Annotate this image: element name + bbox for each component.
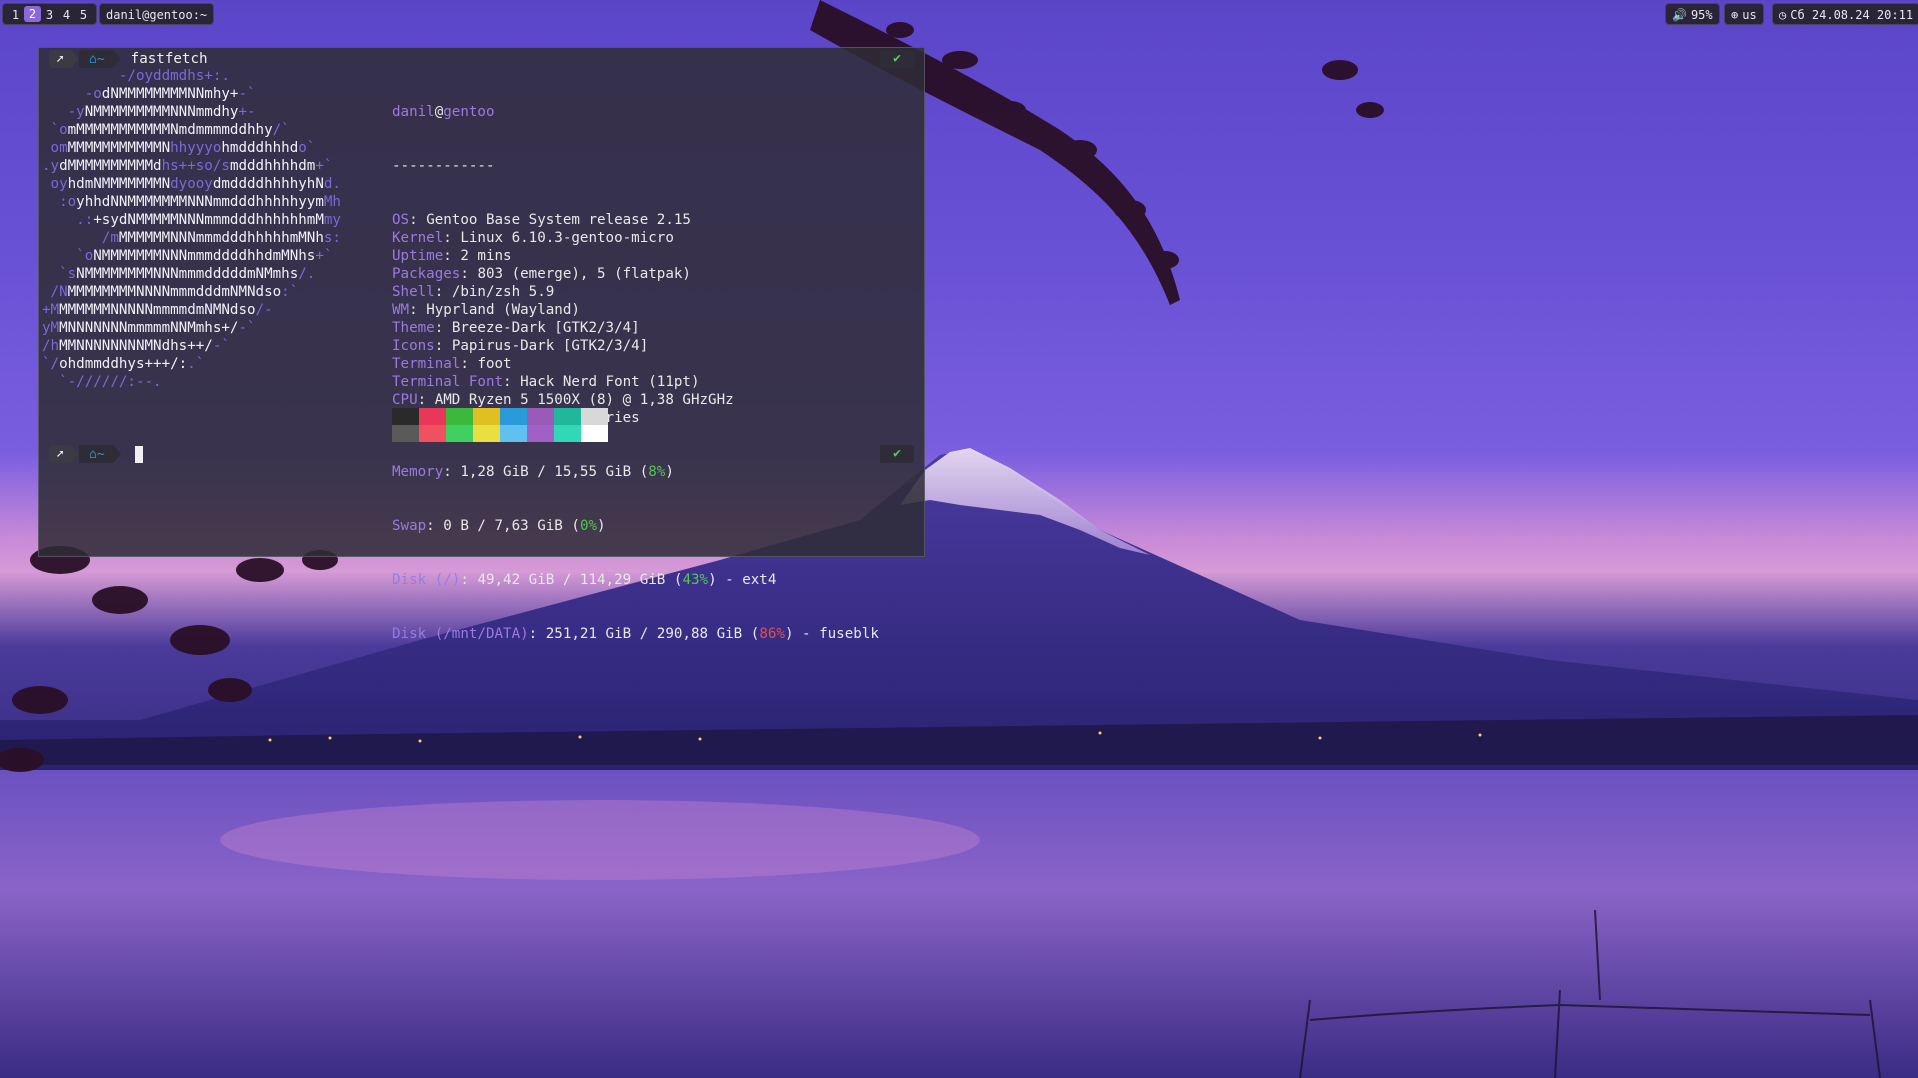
- palette-swatch-bottom-6: [554, 425, 581, 442]
- info-theme: Theme: Breeze-Dark [GTK2/3/4]: [392, 320, 640, 336]
- check-icon: ✔: [880, 445, 914, 463]
- palette-swatch-top-3: [473, 408, 500, 425]
- palette-swatch-top-4: [500, 408, 527, 425]
- info-swap: Swap: 0 B / 7,63 GiB (0%): [392, 518, 606, 534]
- palette-swatch-bottom-7: [581, 425, 608, 442]
- palette-swatch-top-1: [419, 408, 446, 425]
- palette-swatch-bottom-4: [500, 425, 527, 442]
- color-palette: [392, 408, 608, 442]
- home-path: ~: [96, 51, 105, 67]
- volume-indicator[interactable]: 🔊 95%: [1665, 3, 1720, 25]
- active-window-title: danil@gentoo:~: [99, 3, 215, 25]
- palette-swatch-bottom-2: [446, 425, 473, 442]
- clock[interactable]: ◷ Сб 24.08.24 20:11: [1772, 3, 1918, 25]
- workspace-switcher: 1 2 3 4 5: [2, 3, 97, 25]
- prompt-separator: [71, 50, 79, 68]
- info-memory: Memory: 1,28 GiB / 15,55 GiB (8%): [392, 464, 674, 480]
- globe-icon: ⊕: [1731, 8, 1739, 22]
- info-icons: Icons: Papirus-Dark [GTK2/3/4]: [392, 338, 649, 354]
- gentoo-icon: ➚: [49, 50, 71, 68]
- clock-icon: ◷: [1779, 8, 1787, 22]
- system-info: danil@gentoo ------------ OS: Gentoo Bas…: [392, 67, 879, 679]
- prompt-line-1: ➚ ⌂ ~ fastfetch: [49, 50, 208, 68]
- text-cursor[interactable]: [134, 445, 143, 463]
- clock-value: Сб 24.08.24 20:11: [1790, 8, 1914, 22]
- home-segment: ⌂ ~: [79, 50, 113, 68]
- prompt-separator: [71, 445, 79, 463]
- gentoo-icon: ➚: [49, 445, 71, 463]
- workspace-2-active[interactable]: 2: [24, 6, 41, 22]
- volume-value: 95%: [1690, 8, 1713, 22]
- prompt-line-2: ➚ ⌂ ~: [49, 445, 143, 463]
- palette-swatch-bottom-0: [392, 425, 419, 442]
- palette-swatch-bottom-3: [473, 425, 500, 442]
- info-disk-root: Disk (/): 49,42 GiB / 114,29 GiB (43%) -…: [392, 572, 777, 588]
- home-segment: ⌂ ~: [79, 445, 113, 463]
- speaker-icon: 🔊: [1672, 8, 1687, 22]
- command-text: fastfetch: [130, 51, 208, 67]
- home-icon: ⌂: [89, 446, 97, 462]
- info-terminal-font: Terminal Font: Hack Nerd Font (11pt): [392, 374, 700, 390]
- separator-line: ------------: [392, 158, 495, 174]
- info-disk-data: Disk (/mnt/DATA): 251,21 GiB / 290,88 Gi…: [392, 626, 879, 642]
- keyboard-layout-indicator[interactable]: ⊕ us: [1724, 3, 1764, 25]
- home-icon: ⌂: [89, 51, 97, 67]
- prompt-separator: [112, 50, 121, 68]
- info-terminal: Terminal: foot: [392, 356, 512, 372]
- palette-swatch-top-7: [581, 408, 608, 425]
- info-shell: Shell: /bin/zsh 5.9: [392, 284, 555, 300]
- gentoo-ascii-logo: -/oyddmdhs+:. -odNMMMMMMMMNNmhy+-` -yNMM…: [42, 68, 341, 390]
- workspace-5[interactable]: 5: [75, 4, 92, 24]
- user-host: danil@gentoo: [392, 104, 495, 120]
- terminal-window[interactable]: ➚ ⌂ ~ fastfetch ✔ -/oyddmdhs+:. -odNMMMMM…: [38, 47, 925, 642]
- keyboard-layout-value: us: [1742, 8, 1757, 22]
- info-uptime: Uptime: 2 mins: [392, 248, 512, 264]
- palette-swatch-bottom-5: [527, 425, 554, 442]
- prompt-separator: [112, 445, 121, 463]
- palette-swatch-top-6: [554, 408, 581, 425]
- workspace-3[interactable]: 3: [41, 4, 58, 24]
- info-wm: WM: Hyprland (Wayland): [392, 302, 580, 318]
- info-packages: Packages: 803 (emerge), 5 (flatpak): [392, 266, 691, 282]
- check-icon: ✔: [880, 50, 914, 68]
- info-os: OS: Gentoo Base System release 2.15: [392, 212, 691, 228]
- home-path: ~: [96, 446, 105, 462]
- workspace-1[interactable]: 1: [7, 4, 24, 24]
- palette-swatch-bottom-1: [419, 425, 446, 442]
- palette-swatch-top-2: [446, 408, 473, 425]
- info-cpu: CPU: AMD Ryzen 5 1500X (8) @ 1,38 GHzGHz: [392, 392, 734, 408]
- palette-swatch-top-5: [527, 408, 554, 425]
- palette-swatch-top-0: [392, 408, 419, 425]
- info-kernel: Kernel: Linux 6.10.3-gentoo-micro: [392, 230, 674, 246]
- workspace-4[interactable]: 4: [58, 4, 75, 24]
